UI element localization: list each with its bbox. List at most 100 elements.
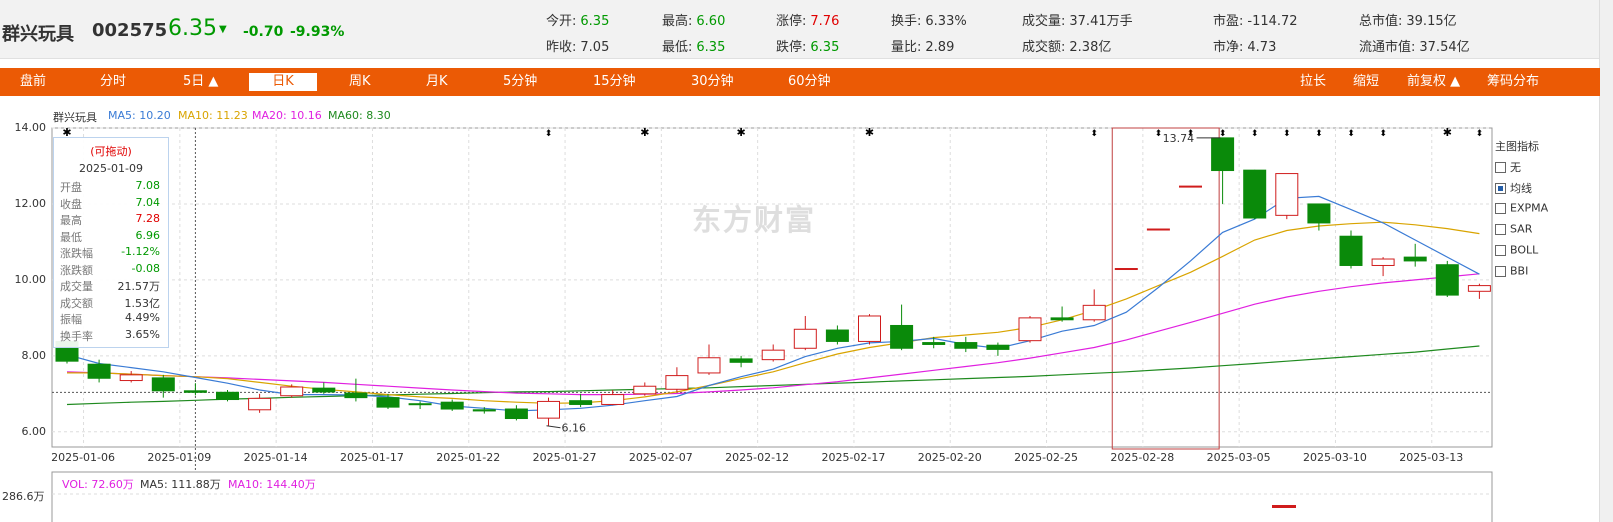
candle-body: [1243, 169, 1267, 219]
candle-body: [1467, 285, 1491, 292]
candle-body: [87, 363, 111, 379]
x-tick-label: 2025-03-10: [1302, 451, 1367, 464]
candle-body: [1114, 268, 1138, 271]
candle-body: [1050, 317, 1074, 321]
tooltip-key: 成交量: [60, 280, 93, 293]
candle-body: [280, 386, 304, 397]
high-label: 13.74: [1163, 132, 1195, 145]
candle-body: [1339, 235, 1363, 266]
indicator-label: BOLL: [1510, 243, 1539, 257]
watermark: 东方财富: [692, 203, 817, 237]
tooltip-value: 7.28: [135, 212, 161, 225]
indicator-option[interactable]: BBI: [1495, 264, 1548, 285]
vol-ma10-legend: MA10: 144.40万: [228, 478, 316, 491]
tooltip-key: 成交额: [60, 296, 93, 310]
indicator-label: BBI: [1510, 264, 1529, 278]
candle-body: [569, 400, 593, 405]
checkbox-icon[interactable]: [1495, 182, 1506, 194]
candle-body: [504, 408, 528, 420]
event-marker-icon: ⬍: [545, 129, 553, 139]
tooltip-value: 7.08: [135, 179, 161, 192]
tooltip-key: 振幅: [60, 313, 82, 326]
event-marker-icon: ✱: [1443, 126, 1452, 139]
x-tick-label: 2025-02-25: [1014, 451, 1079, 464]
indicator-option[interactable]: 无: [1495, 159, 1548, 180]
candle-body: [472, 409, 496, 412]
tooltip-drag-hint: (可拖动): [90, 145, 132, 158]
ohlc-tooltip[interactable]: (可拖动) 2025-01-09 开盘 7.08 收盘 7.04 最高 7.28 最低 6.9…: [53, 137, 169, 348]
candle-body: [376, 397, 400, 408]
low-label: 6.16: [562, 422, 587, 435]
x-tick-label: 2025-02-07: [628, 451, 693, 464]
x-tick-label: 2025-02-20: [917, 451, 982, 464]
checkbox-icon[interactable]: [1495, 265, 1506, 277]
tooltip-key: 涨跌额: [60, 263, 93, 277]
candle-body: [793, 328, 817, 349]
candle-body: [312, 387, 336, 393]
x-tick-label: 2025-01-14: [243, 451, 308, 464]
indicator-option[interactable]: SAR: [1495, 222, 1548, 243]
candle-body: [537, 400, 560, 419]
checkbox-icon[interactable]: [1495, 161, 1506, 173]
candle-body: [119, 374, 143, 382]
y-tick-label: 14.00: [14, 121, 47, 134]
candle-body: [890, 324, 914, 349]
candle-body: [1211, 137, 1235, 172]
main-indicator-panel: 主图指标 无均线 EXPMA SAR BOLL BBI: [1495, 138, 1548, 285]
candle-body: [344, 392, 368, 399]
x-tick-label: 2025-03-05: [1206, 451, 1271, 464]
candle-body: [1371, 258, 1395, 266]
event-marker-icon: ⬍: [1155, 129, 1163, 139]
x-tick-label: 2025-02-12: [725, 451, 790, 464]
candle-body: [601, 394, 625, 405]
event-marker-icon: ✱: [640, 126, 649, 139]
volume-bar: [1272, 505, 1296, 508]
y-tick-label: 8.00: [21, 348, 47, 362]
indicator-option[interactable]: BOLL: [1495, 243, 1548, 264]
y-tick-label: 10.00: [14, 272, 47, 286]
tooltip-key: 最高: [60, 214, 82, 227]
indicator-label: 均线: [1510, 182, 1532, 195]
x-tick-label: 2025-01-27: [532, 451, 597, 464]
vol-ma5-legend: MA5: 111.88万: [140, 478, 221, 491]
tooltip-value: 3.65%: [125, 327, 160, 341]
event-marker-icon: ⬍: [1283, 129, 1291, 139]
tooltip-row: 成交量 21.57万: [54, 278, 168, 295]
x-tick-label: 2025-03-13: [1399, 451, 1464, 464]
tooltip-row: 开盘 7.08: [54, 179, 168, 196]
candle-body: [729, 358, 753, 363]
x-tick-label: 2025-01-09: [147, 451, 212, 464]
event-marker-icon: ✱: [736, 126, 745, 139]
tooltip-row: 涨跌幅 -1.12%: [54, 245, 168, 262]
event-marker-icon: ⬍: [1347, 129, 1355, 139]
candle-body: [1082, 304, 1106, 321]
candle-body: [216, 391, 239, 401]
tooltip-value: -1.12%: [121, 245, 160, 258]
candle-body: [183, 390, 207, 393]
tooltip-row: 收盘 7.04: [54, 196, 168, 213]
x-tick-label: 2025-01-06: [51, 451, 116, 464]
candle-body: [761, 349, 785, 361]
event-marker-icon: ✱: [865, 126, 874, 139]
tooltip-date: 2025-01-09: [79, 162, 143, 175]
candle-body: [1403, 256, 1427, 262]
tooltip-value: -0.08: [131, 261, 160, 275]
indicator-option[interactable]: EXPMA: [1495, 201, 1548, 222]
event-marker-icon: ⬍: [1251, 129, 1259, 139]
indicator-option[interactable]: 均线: [1495, 180, 1548, 201]
candle-body: [248, 397, 272, 411]
event-marker-icon: ⬍: [1476, 129, 1484, 139]
candle-body: [825, 329, 849, 342]
vol-y-max: 286.6万: [2, 490, 45, 503]
tooltip-value: 21.57万: [117, 280, 161, 293]
candle-body: [633, 385, 657, 395]
checkbox-icon[interactable]: [1495, 244, 1506, 256]
checkbox-icon[interactable]: [1495, 202, 1506, 214]
kline-chart[interactable]: ✱ ⬍ ✱ ✱ ✱ ⬍ ⬍ ⬍ ⬍ ⬍ ⬍ ⬍ ⬍ ⬍ ✱ ⬍6.1613.74: [0, 0, 1613, 522]
candle-body: [665, 375, 689, 390]
checkbox-icon[interactable]: [1495, 223, 1506, 235]
candle-body: [1435, 264, 1459, 296]
tooltip-key: 涨跌幅: [60, 247, 93, 260]
x-tick-label: 2025-01-17: [339, 451, 404, 464]
tooltip-value: 7.04: [135, 195, 161, 209]
